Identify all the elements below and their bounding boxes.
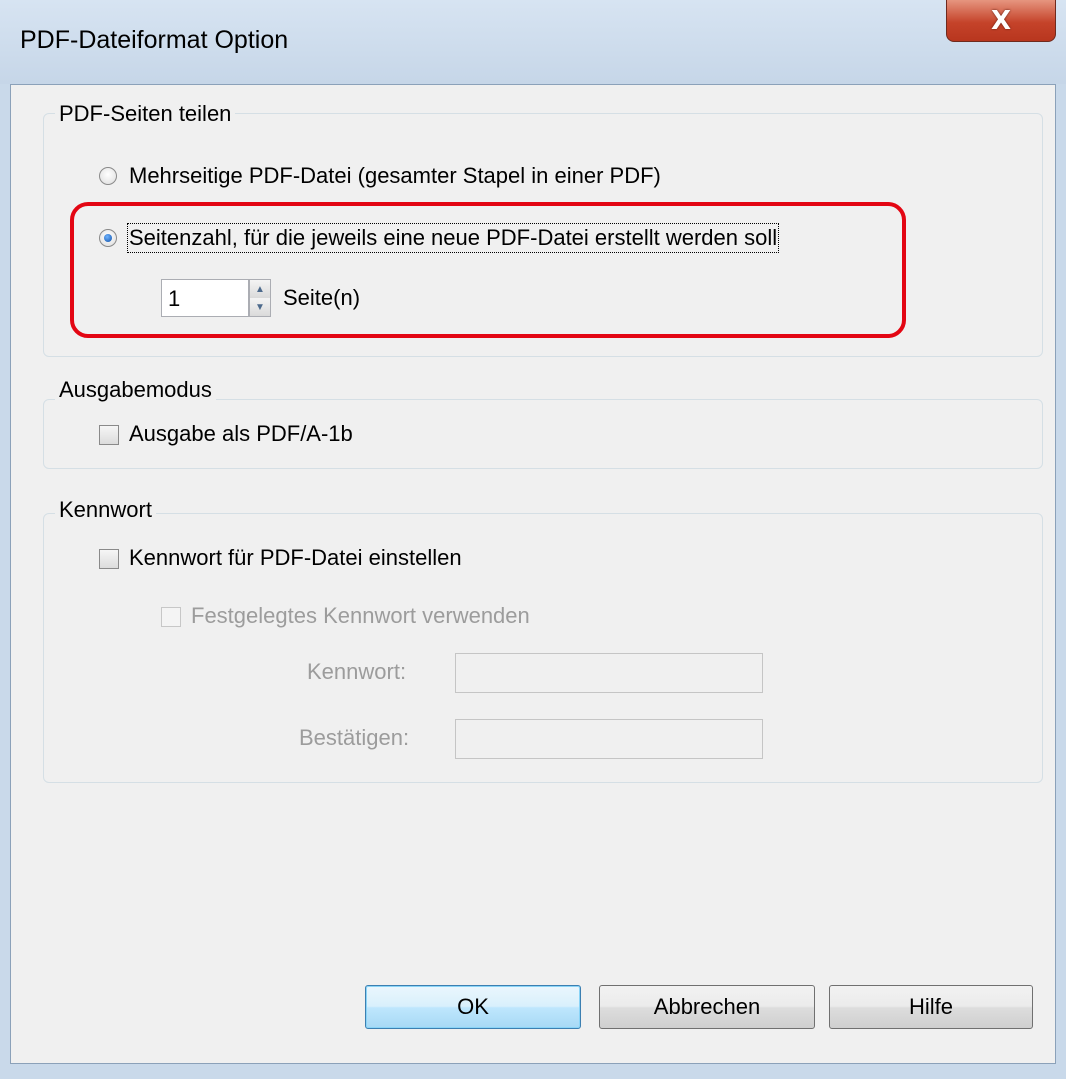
radio-multipage-pdf-label[interactable]: Mehrseitige PDF-Datei (gesamter Stapel i…	[129, 163, 661, 189]
title-bar: PDF-Dateiformat Option X	[0, 0, 1066, 84]
pdfa-checkbox[interactable]	[99, 425, 119, 445]
radio-multipage-pdf[interactable]	[99, 167, 117, 185]
close-icon: X	[990, 5, 1012, 36]
fixed-password-checkbox-label: Festgelegtes Kennwort verwenden	[191, 603, 530, 628]
confirm-field-label: Bestätigen:	[299, 725, 410, 750]
password-field-label: Kennwort:	[307, 659, 407, 684]
ok-button[interactable]: OK	[365, 985, 581, 1029]
close-button[interactable]: X	[946, 0, 1056, 42]
help-button[interactable]: Hilfe	[829, 985, 1033, 1029]
output-mode-group-title: Ausgabemodus	[55, 377, 216, 403]
split-pages-group-title: PDF-Seiten teilen	[55, 101, 236, 127]
confirm-password-input[interactable]	[455, 719, 763, 759]
pdfa-checkbox-label[interactable]: Ausgabe als PDF/A-1b	[129, 421, 353, 447]
cancel-button[interactable]: Abbrechen	[599, 985, 815, 1029]
password-input[interactable]	[455, 653, 763, 693]
dialog-window: PDF-Dateiformat Option X PDF-Seiten teil…	[0, 0, 1066, 1079]
dialog-title: PDF-Dateiformat Option	[20, 26, 289, 54]
set-password-checkbox[interactable]	[99, 549, 119, 569]
fixed-password-checkbox[interactable]	[161, 607, 181, 627]
set-password-checkbox-label[interactable]: Kennwort für PDF-Datei einstellen	[129, 545, 462, 571]
password-group-title: Kennwort	[55, 497, 156, 523]
highlight-annotation	[70, 202, 906, 338]
